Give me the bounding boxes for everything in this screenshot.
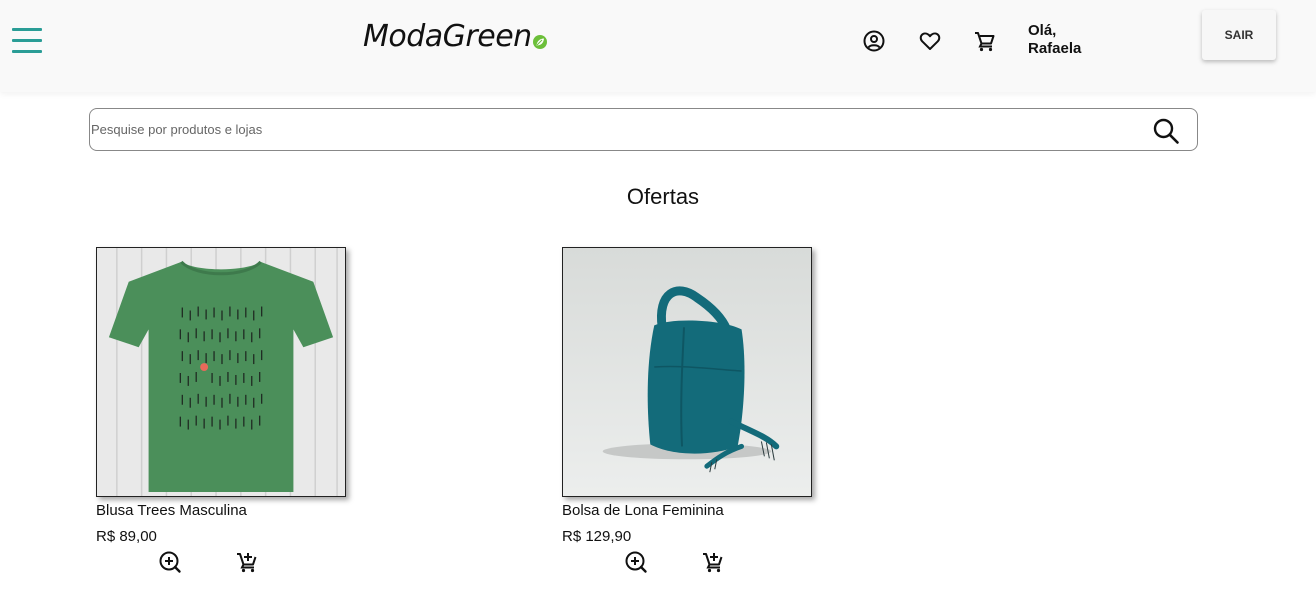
brand-logo[interactable]: ModaGreen <box>363 16 547 56</box>
product-price: R$ 129,90 <box>562 528 632 545</box>
user-greeting: Olá, Rafaela <box>1028 22 1098 58</box>
add-to-cart-icon[interactable] <box>235 550 259 574</box>
product-image-bag[interactable] <box>562 247 812 497</box>
cart-icon[interactable] <box>973 29 997 53</box>
menu-icon[interactable] <box>12 28 42 54</box>
product-name[interactable]: Bolsa de Lona Feminina <box>562 502 814 520</box>
user-name: Rafaela <box>1028 40 1082 57</box>
search-bar <box>89 108 1198 151</box>
menu-bar <box>12 39 42 42</box>
zoom-in-icon[interactable] <box>624 550 648 574</box>
account-icon[interactable] <box>862 29 886 53</box>
logo-text: ModaGreen <box>363 18 532 54</box>
add-to-cart-icon[interactable] <box>701 550 725 574</box>
product-image-tshirt[interactable] <box>96 247 346 497</box>
search-input[interactable] <box>91 110 1131 149</box>
product-actions <box>562 550 814 576</box>
heart-icon[interactable] <box>918 29 942 53</box>
product-actions <box>96 550 348 576</box>
product-name[interactable]: Blusa Trees Masculina <box>96 502 348 520</box>
logout-button[interactable]: SAIR <box>1202 10 1276 60</box>
product-price: R$ 89,00 <box>96 528 157 545</box>
menu-bar <box>12 50 42 53</box>
greeting-line: Olá, <box>1028 22 1057 39</box>
product-card: Blusa Trees Masculina R$ 89,00 <box>96 247 348 576</box>
search-icon[interactable] <box>1152 117 1180 145</box>
top-header: ModaGreen Olá, Rafaela SAIR <box>0 0 1316 92</box>
zoom-in-icon[interactable] <box>158 550 182 574</box>
product-card: Bolsa de Lona Feminina R$ 129,90 <box>562 247 814 576</box>
offers-title: Ofertas <box>626 184 700 209</box>
leaf-icon <box>532 35 547 49</box>
menu-bar <box>12 28 42 31</box>
